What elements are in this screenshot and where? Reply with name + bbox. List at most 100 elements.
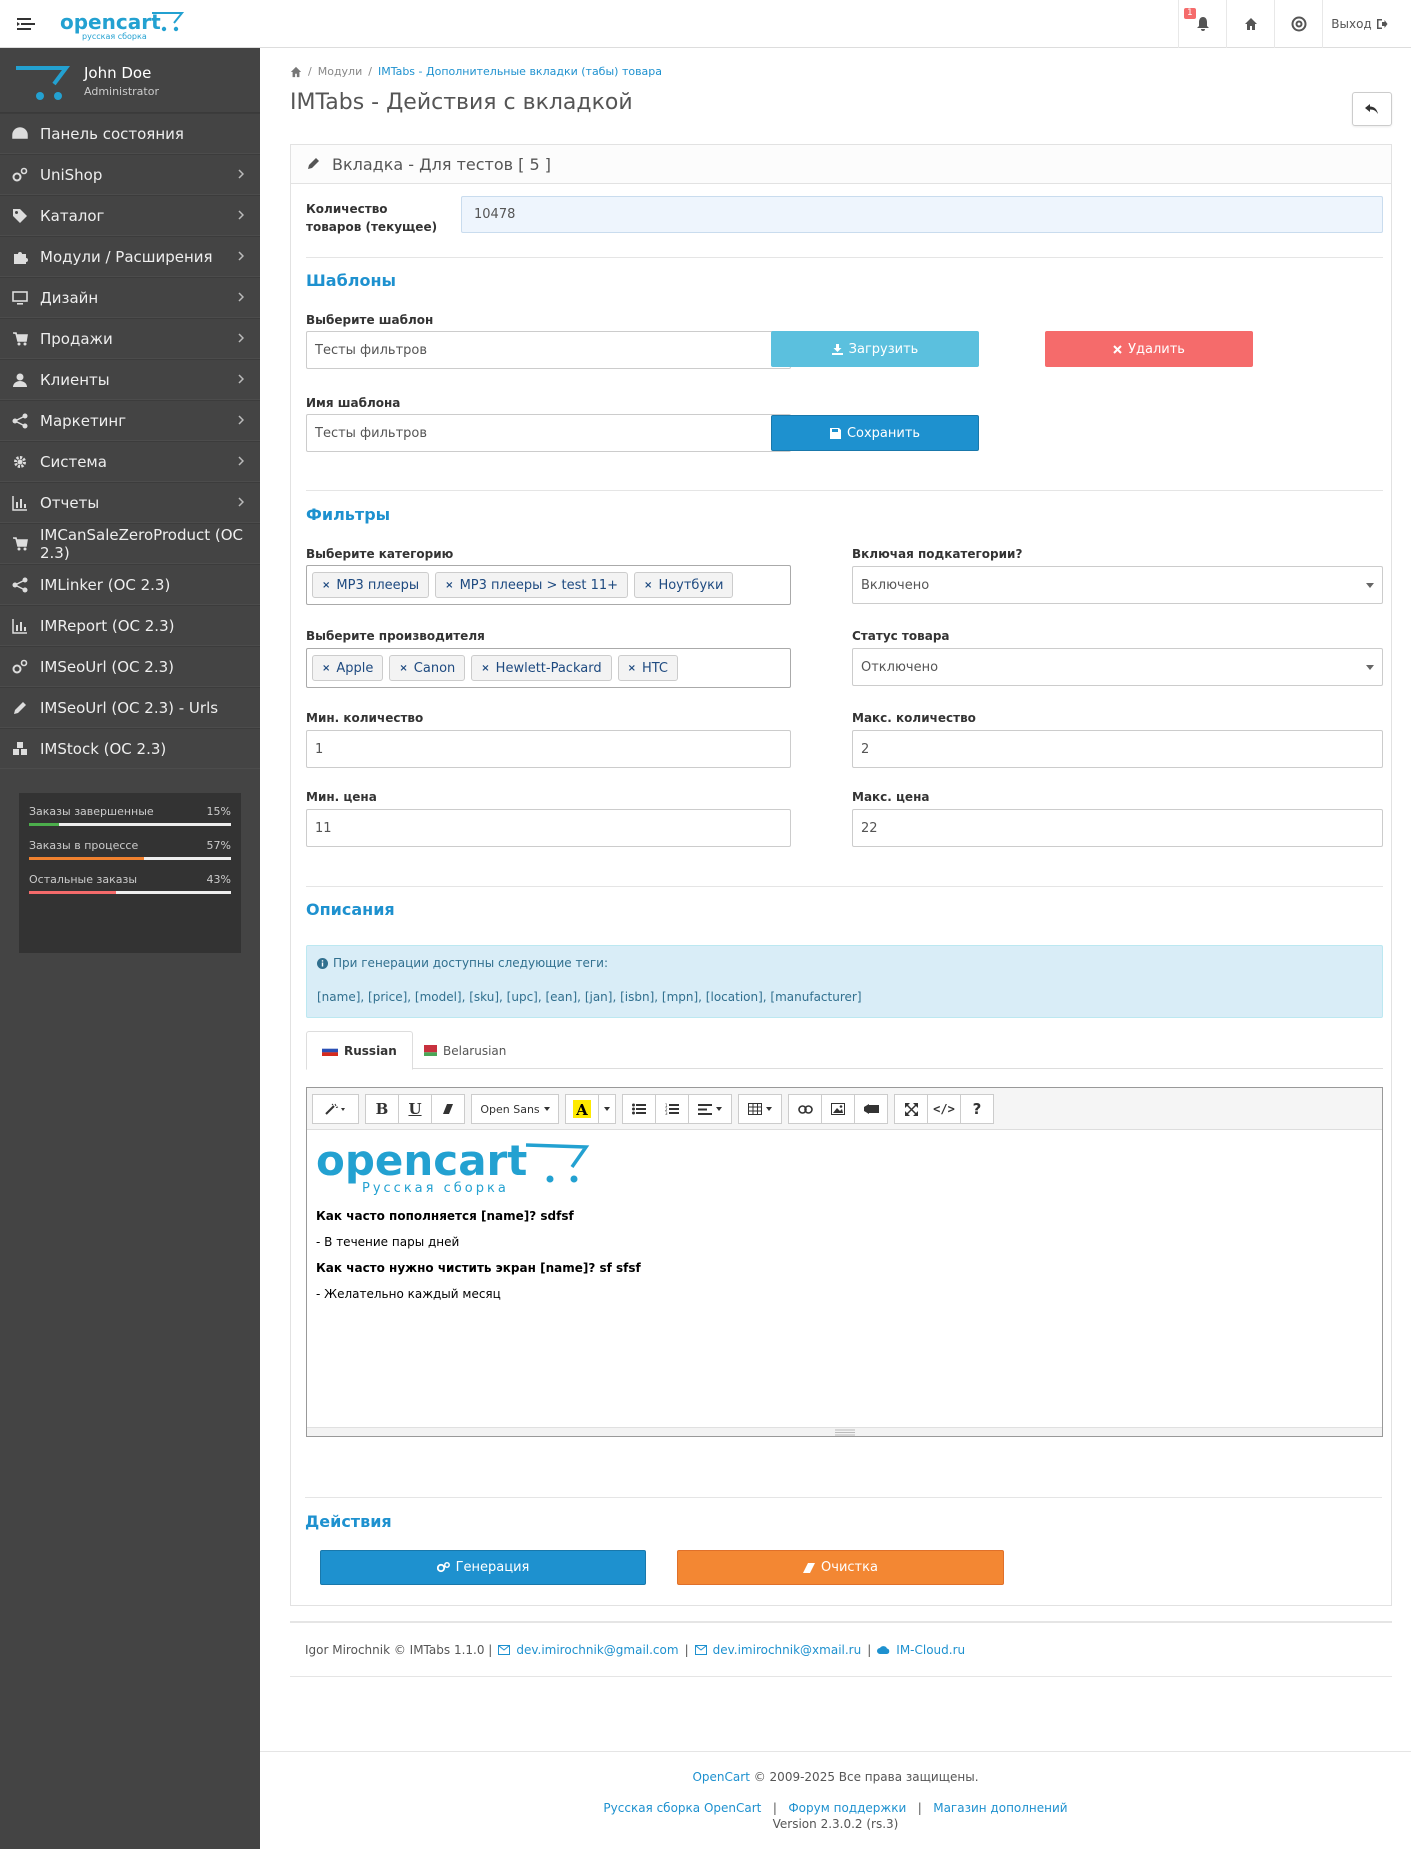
user-profile[interactable]: John Doe Administrator	[0, 48, 260, 113]
paragraph-align-button[interactable]	[688, 1094, 732, 1124]
reply-icon	[1365, 103, 1379, 115]
code-view-button[interactable]: </>	[927, 1094, 961, 1124]
align-left-icon	[698, 1103, 712, 1115]
sidebar-item[interactable]: Модули / Расширения	[0, 236, 260, 277]
menu-toggle-icon[interactable]	[15, 13, 37, 35]
puzzle-icon	[14, 251, 28, 264]
selected-tag[interactable]: × MP3 плееры > test 11+	[435, 572, 629, 598]
sidebar-item-label: Отчеты	[40, 493, 100, 512]
remove-tag-icon[interactable]: ×	[481, 663, 489, 674]
subcategories-select[interactable]: Включено	[852, 566, 1383, 604]
sidebar-item[interactable]: Клиенты	[0, 359, 260, 400]
sidebar-item[interactable]: IMLinker (OC 2.3)	[0, 564, 260, 605]
video-button[interactable]	[854, 1094, 888, 1124]
breadcrumb-current[interactable]: IMTabs - Дополнительные вкладки (табы) т…	[378, 65, 662, 78]
sidebar-item[interactable]: IMCanSaleZeroProduct (OC 2.3)	[0, 523, 260, 564]
opencart-link[interactable]: OpenCart	[692, 1770, 749, 1784]
tab-russian[interactable]: Russian	[306, 1031, 413, 1070]
manufacturer-multiselect[interactable]: × Apple × Canon × Hewlett-Packard × HTC	[306, 648, 791, 688]
min-price-input[interactable]: 11	[306, 809, 791, 847]
sidebar-item[interactable]: Продажи	[0, 318, 260, 359]
footer-separator: |	[910, 1801, 930, 1815]
remove-tag-icon[interactable]: ×	[644, 580, 652, 591]
delete-template-button[interactable]: Удалить	[1045, 331, 1253, 367]
logout-label: Выход	[1331, 17, 1372, 31]
bullet-list-button[interactable]	[622, 1094, 656, 1124]
table-button[interactable]	[738, 1094, 782, 1124]
bold-button[interactable]: B	[365, 1094, 399, 1124]
remove-tag-icon[interactable]: ×	[322, 580, 330, 591]
generate-button[interactable]: Генерация	[320, 1550, 646, 1585]
magic-icon	[324, 1103, 347, 1115]
remove-tag-icon[interactable]: ×	[322, 663, 330, 674]
text-color-button[interactable]: A	[565, 1094, 599, 1124]
category-multiselect[interactable]: × MP3 плееры × MP3 плееры > test 11+ × Ноутбу…	[306, 565, 791, 605]
selected-tag[interactable]: × Hewlett-Packard	[471, 655, 612, 681]
sidebar-item[interactable]: Каталог	[0, 195, 260, 236]
sidebar-item[interactable]: Дизайн	[0, 277, 260, 318]
load-template-button[interactable]: Загрузить	[771, 331, 979, 367]
sidebar-item[interactable]: UniShop	[0, 154, 260, 195]
logout-button[interactable]: Выход	[1322, 0, 1396, 48]
clear-button[interactable]: Очистка	[677, 1550, 1004, 1585]
opencart-logo[interactable]: opencart русская сборка	[60, 7, 190, 41]
home-icon[interactable]	[290, 66, 302, 78]
fullscreen-button[interactable]	[894, 1094, 928, 1124]
back-button[interactable]	[1352, 92, 1392, 126]
editor-resize-handle[interactable]	[307, 1427, 1382, 1436]
template-name-label: Имя шаблона	[306, 396, 401, 410]
sidebar-item[interactable]: Панель состояния	[0, 113, 260, 154]
store-home-button[interactable]	[1226, 0, 1274, 48]
russian-build-link[interactable]: Русская сборка OpenCart	[603, 1801, 761, 1815]
sidebar-item[interactable]: IMSeoUrl (OC 2.3)	[0, 646, 260, 687]
breadcrumb-modules[interactable]: Модули	[318, 65, 363, 78]
remove-tag-icon[interactable]: ×	[399, 663, 407, 674]
selected-tag[interactable]: × Apple	[312, 655, 384, 681]
addons-store-link[interactable]: Магазин дополнений	[933, 1801, 1067, 1815]
eraser-button[interactable]	[431, 1094, 465, 1124]
progress-bar	[29, 891, 231, 894]
selected-tag[interactable]: × HTC	[617, 655, 679, 681]
image-button[interactable]	[821, 1094, 855, 1124]
tags-info-alert: При генерации доступны следующие теги: […	[306, 945, 1383, 1018]
sidebar-item[interactable]: IMStock (OC 2.3)	[0, 728, 260, 769]
sidebar-item[interactable]: Отчеты	[0, 482, 260, 523]
editor-content[interactable]: Как часто пополняется [name]? sdfsf - В т…	[316, 1203, 1373, 1307]
product-count-label: Количество товаров (текущее)	[306, 202, 438, 234]
descriptions-title: Описания	[306, 900, 395, 919]
save-template-button[interactable]: Сохранить	[771, 415, 979, 451]
support-forum-link[interactable]: Форум поддержки	[788, 1801, 906, 1815]
sidebar-item[interactable]: IMReport (OC 2.3)	[0, 605, 260, 646]
underline-button[interactable]: U	[398, 1094, 432, 1124]
cogs-icon	[436, 1562, 450, 1573]
sidebar-item[interactable]: Маркетинг	[0, 400, 260, 441]
email-link-gmail[interactable]: dev.imirochnik@gmail.com	[516, 1643, 678, 1657]
cart-icon	[13, 536, 28, 550]
im-cloud-link[interactable]: IM-Cloud.ru	[896, 1643, 965, 1657]
sidebar-item[interactable]: IMSeoUrl (OC 2.3) - Urls	[0, 687, 260, 728]
max-price-input[interactable]: 22	[852, 809, 1383, 847]
link-button[interactable]	[788, 1094, 822, 1124]
selected-tag[interactable]: × Ноутбуки	[634, 572, 734, 598]
tab-belarusian[interactable]: Belarusian	[406, 1031, 521, 1070]
sidebar-item-label: Модули / Расширения	[40, 247, 213, 266]
style-button[interactable]	[312, 1094, 359, 1124]
max-qty-input[interactable]: 2	[852, 730, 1383, 768]
template-select[interactable]: Тесты фильтров	[306, 331, 791, 369]
status-select[interactable]: Отключено	[852, 648, 1383, 686]
selected-tag[interactable]: × Canon	[389, 655, 466, 681]
min-qty-input[interactable]: 1	[306, 730, 791, 768]
selected-tag[interactable]: × MP3 плееры	[312, 572, 430, 598]
color-dropdown-button[interactable]	[598, 1094, 616, 1124]
help-button[interactable]	[1274, 0, 1322, 48]
manufacturer-label: Выберите производителя	[306, 629, 485, 643]
sidebar-item[interactable]: Система	[0, 441, 260, 482]
help-button[interactable]: ?	[960, 1094, 994, 1124]
remove-tag-icon[interactable]: ×	[445, 580, 453, 591]
font-family-dropdown[interactable]: Open Sans	[471, 1094, 559, 1124]
numbered-list-button[interactable]: 123	[655, 1094, 689, 1124]
email-link-xmail[interactable]: dev.imirochnik@xmail.ru	[713, 1643, 862, 1657]
template-name-input[interactable]: Тесты фильтров	[306, 414, 791, 452]
site-copyright: © 2009-2025 Все права защищены.	[753, 1770, 979, 1784]
remove-tag-icon[interactable]: ×	[628, 663, 636, 674]
